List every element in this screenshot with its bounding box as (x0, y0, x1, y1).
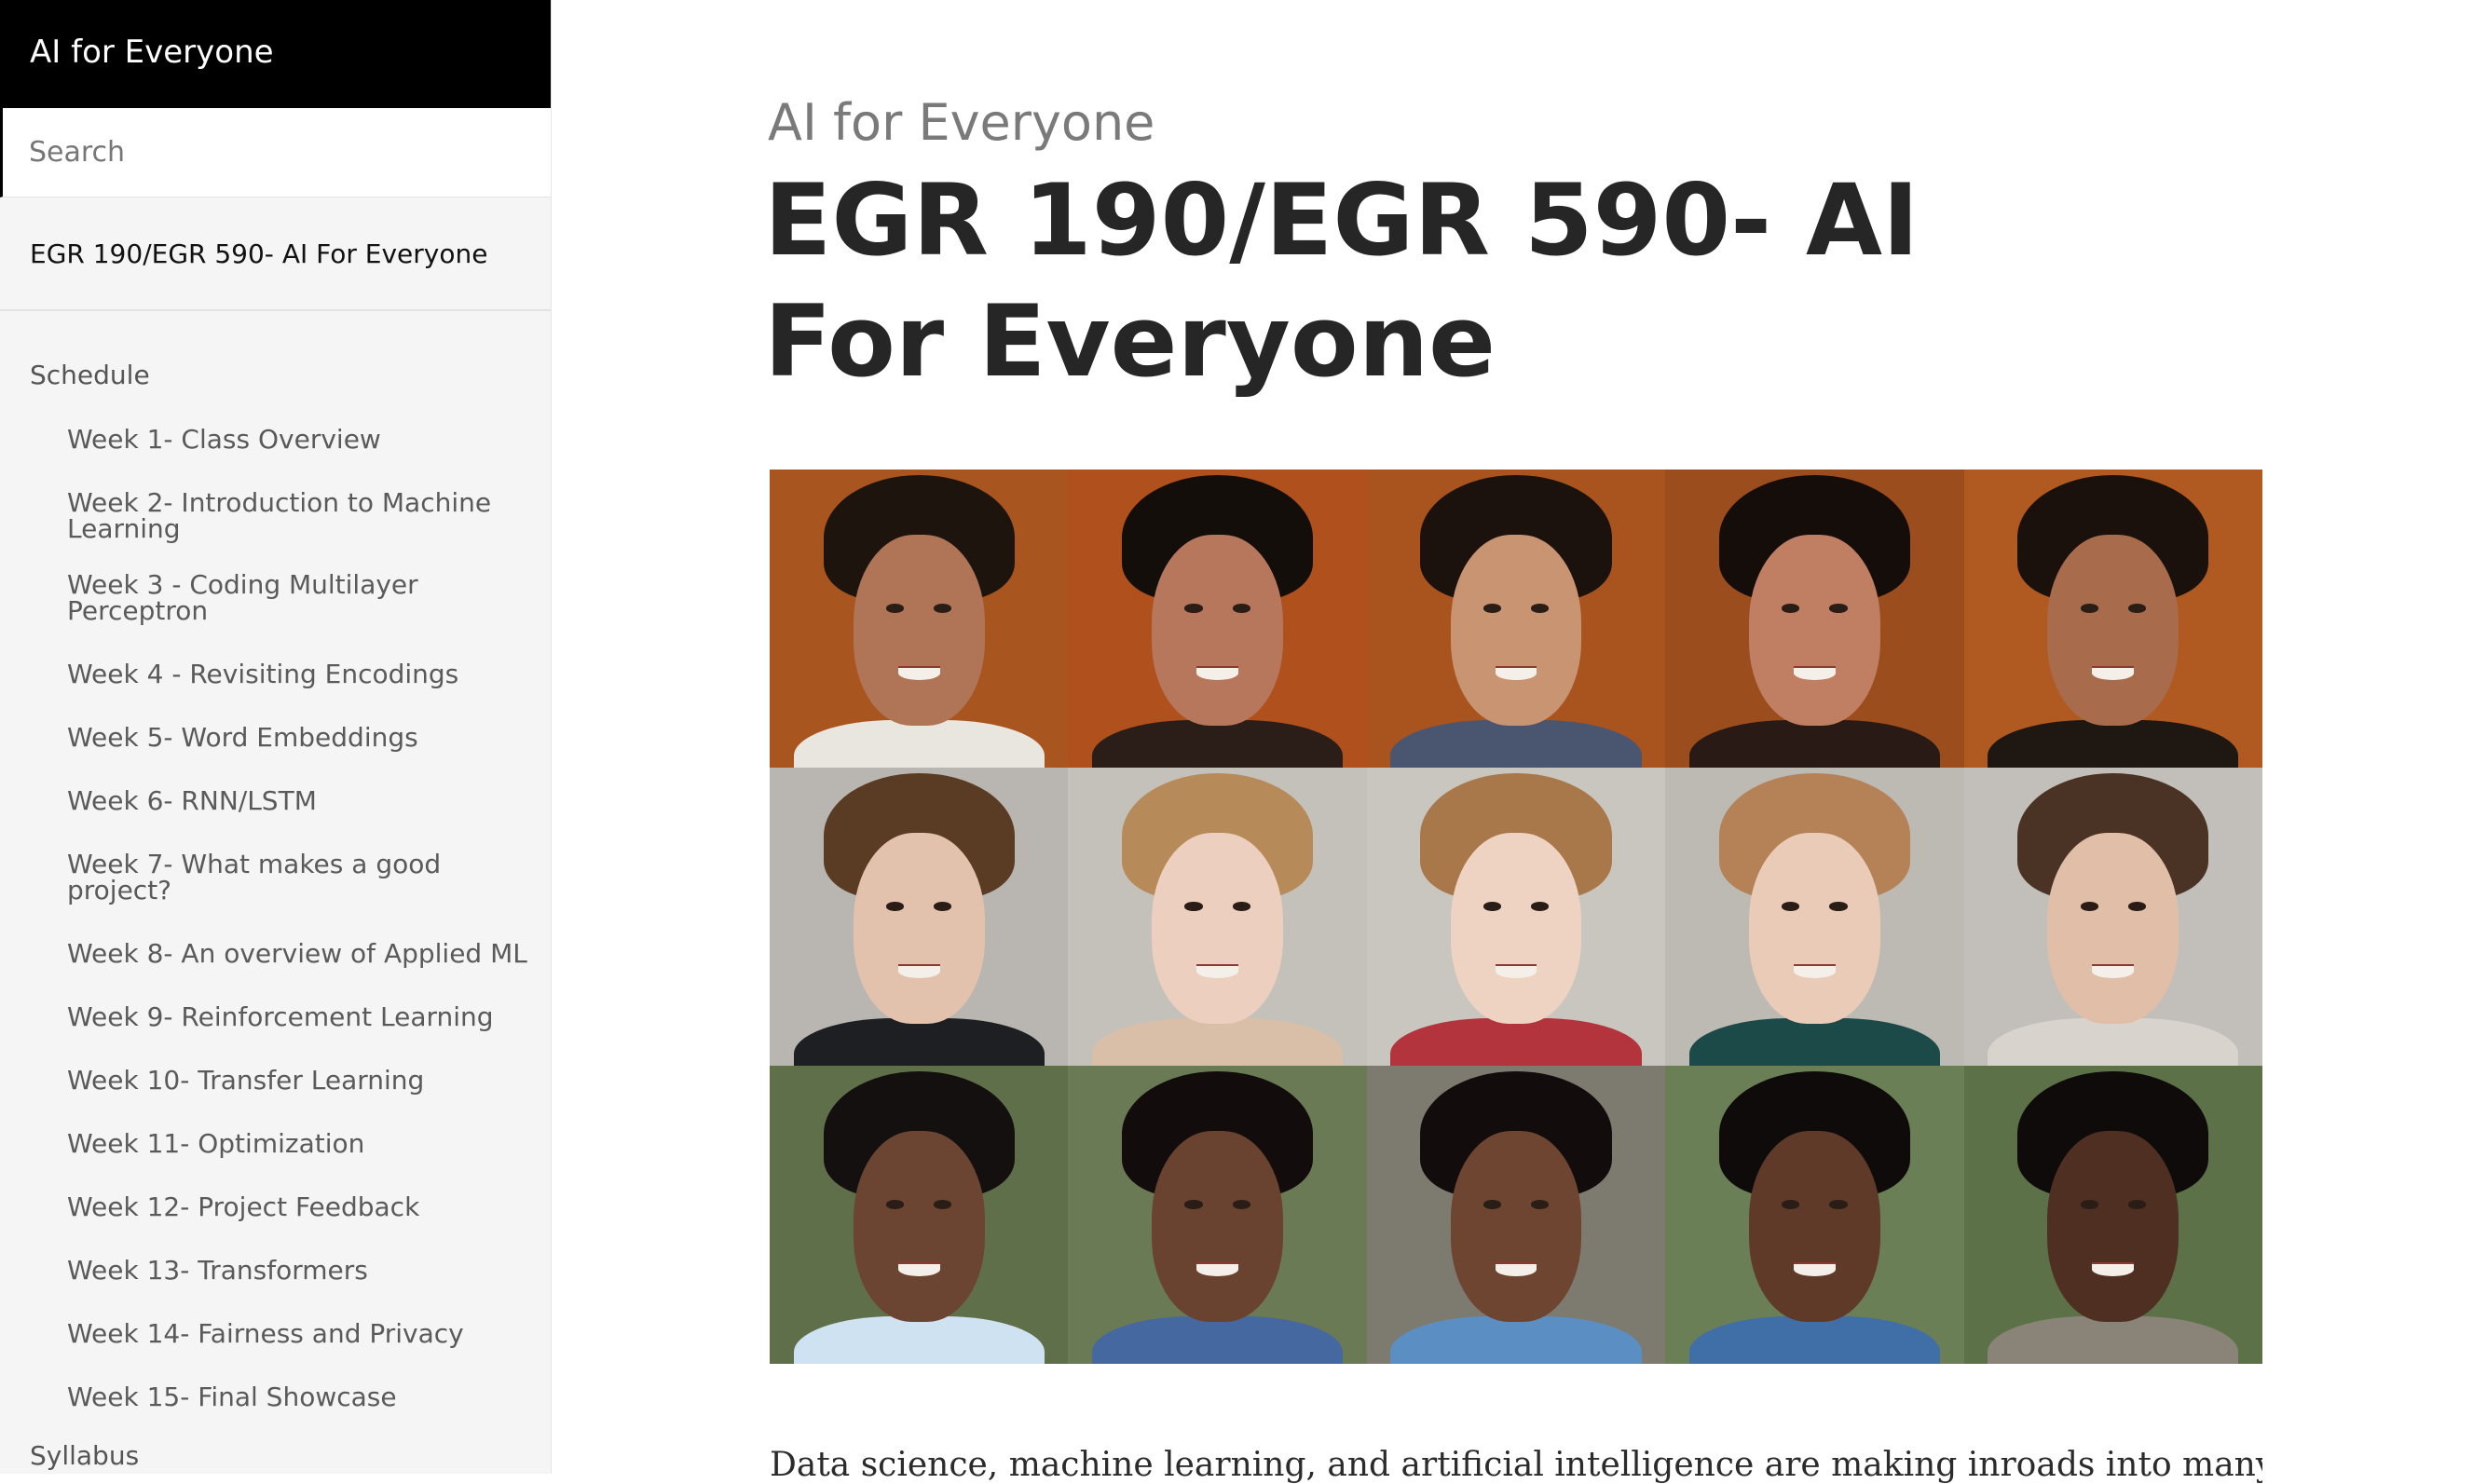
face-photo (770, 470, 1069, 768)
face-photo (1366, 768, 1666, 1066)
face-photo (1366, 1066, 1666, 1364)
nav-schedule[interactable]: Schedule (0, 352, 551, 399)
face-photo (1068, 768, 1367, 1066)
nav-syllabus[interactable]: Syllabus (0, 1433, 551, 1474)
schedule-item-week-2[interactable]: Week 2- Introduction to Machine Learning (0, 490, 551, 542)
search-box (0, 108, 551, 197)
schedule-item-week-9[interactable]: Week 9- Reinforcement Learning (0, 1004, 551, 1030)
schedule-item-week-6[interactable]: Week 6- RNN/LSTM (0, 788, 551, 814)
page-subtitle: AI for Everyone (768, 93, 1155, 152)
schedule-item-week-11[interactable]: Week 11- Optimization (0, 1131, 551, 1157)
face-photo (770, 768, 1069, 1066)
schedule-item-week-5[interactable]: Week 5- Word Embeddings (0, 725, 551, 751)
schedule-item-week-4[interactable]: Week 4 - Revisiting Encodings (0, 661, 551, 688)
main-content: AI for Everyone EGR 190/EGR 590- AI For … (552, 0, 2473, 1484)
schedule-item-week-14[interactable]: Week 14- Fairness and Privacy (0, 1321, 551, 1347)
schedule-item-week-15[interactable]: Week 15- Final Showcase (0, 1384, 551, 1410)
schedule-item-week-12[interactable]: Week 12- Project Feedback (0, 1194, 551, 1220)
schedule-list: Week 1- Class Overview Week 2- Introducti… (0, 427, 551, 1410)
face-photo (1963, 470, 2262, 768)
face-photo (1963, 768, 2262, 1066)
schedule-item-week-10[interactable]: Week 10- Transfer Learning (0, 1068, 551, 1094)
face-photo (1665, 768, 1964, 1066)
face-photo (1665, 1066, 1964, 1364)
face-photo (1963, 1066, 2262, 1364)
schedule-item-week-7[interactable]: Week 7- What makes a good project? (0, 851, 551, 904)
schedule-item-week-1[interactable]: Week 1- Class Overview (0, 427, 551, 453)
search-input[interactable] (3, 108, 551, 196)
face-photo (1366, 470, 1666, 768)
face-photo (1068, 470, 1367, 768)
schedule-item-week-3[interactable]: Week 3 - Coding Multilayer Perceptron (0, 572, 551, 624)
page-title: EGR 190/EGR 590- AI For Everyone (764, 163, 1920, 399)
hero-image-faces-grid (770, 470, 2262, 1364)
schedule-item-week-8[interactable]: Week 8- An overview of Applied ML (0, 941, 551, 967)
sidebar: AI for Everyone EGR 190/EGR 590- AI For … (0, 0, 552, 1474)
schedule-item-week-13[interactable]: Week 13- Transformers (0, 1258, 551, 1284)
face-photo (770, 1066, 1069, 1364)
nav-home-link[interactable]: EGR 190/EGR 590- AI For Everyone (0, 197, 551, 311)
intro-paragraph: Data science, machine learning, and arti… (770, 1446, 2262, 1484)
site-title[interactable]: AI for Everyone (0, 0, 551, 108)
face-photo (1665, 470, 1964, 768)
face-photo (1068, 1066, 1367, 1364)
